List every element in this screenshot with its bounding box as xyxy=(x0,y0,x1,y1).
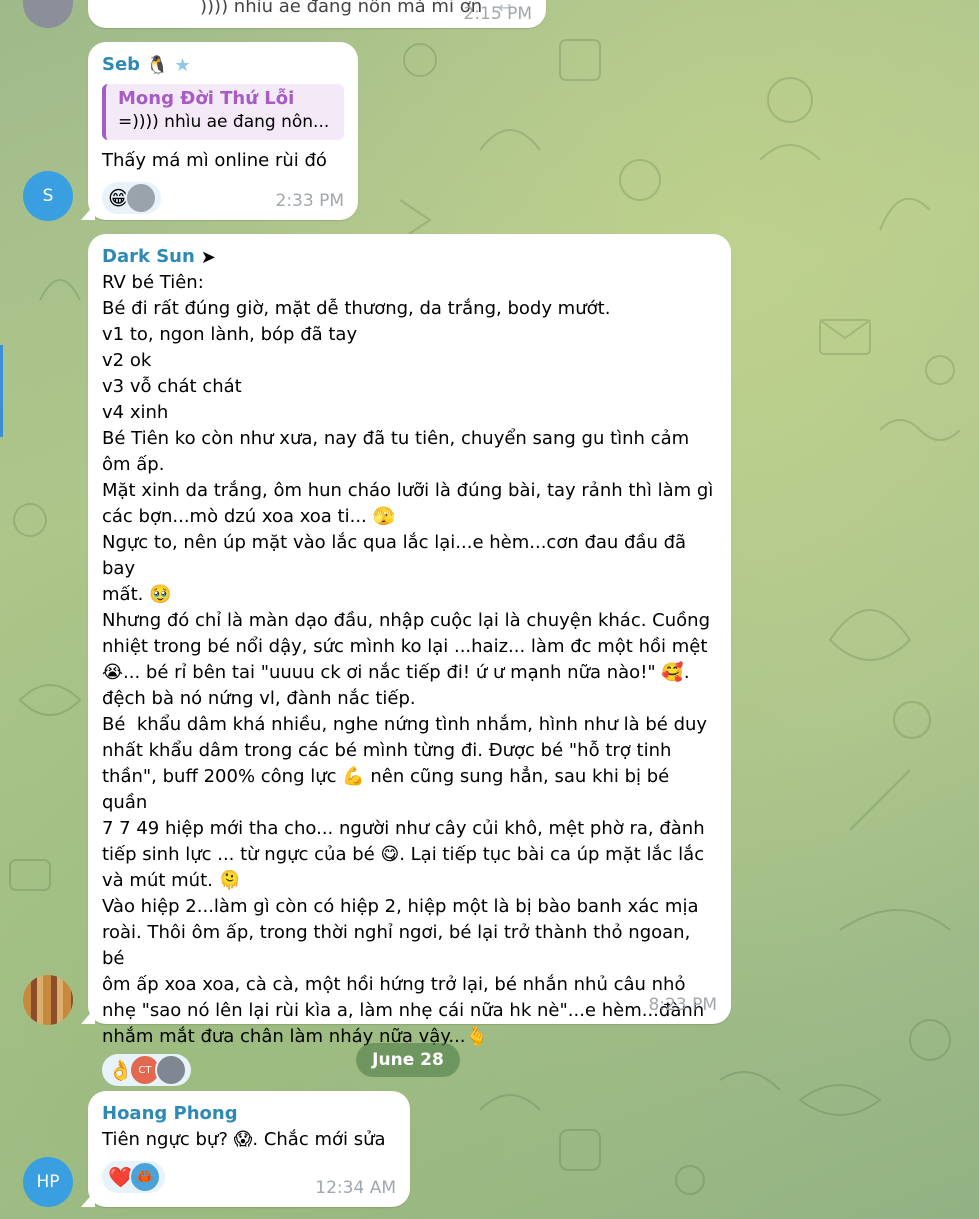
penguin-emoji-icon: 🐧 xyxy=(146,54,169,76)
reply-author: Mong Đời Thứ Lỗi xyxy=(118,88,295,109)
message-line: ôm ấp. xyxy=(102,454,165,475)
avatar[interactable]: S xyxy=(23,171,73,221)
reactor-avatar: 🦀 xyxy=(128,1161,161,1193)
partial-avatar xyxy=(23,0,73,28)
message-line: v2 ok xyxy=(102,350,152,371)
reply-text: =)))) nhìu ae đang nôn... xyxy=(118,112,330,132)
star-icon: ★ xyxy=(174,54,191,76)
message-line: roài. Thôi ôm ấp, trong thời nghỉ ngơi, … xyxy=(102,922,697,969)
message-line: 7 7 49 hiệp mới tha cho... người như cây… xyxy=(102,818,705,839)
message-bubble[interactable]: Hoang Phong Tiên ngực bự? 😱. Chắc mới sử… xyxy=(88,1091,410,1207)
avatar-initial: S xyxy=(42,186,54,206)
message-line: v4 xinh xyxy=(102,402,169,423)
message-line: Mặt xinh da trắng, ôm hun cháo lưỡi là đ… xyxy=(102,480,714,501)
date-separator[interactable]: June 28 xyxy=(356,1043,460,1077)
message-line: nhất khẩu dâm trong các bé mình từng đi.… xyxy=(102,740,672,761)
crab-emoji-icon: 🦀 xyxy=(136,1169,154,1185)
message-time: 12:34 AM xyxy=(315,1178,396,1198)
message-line: nhẹ "sao nó lên lại rùi kìa a, làm nhẹ c… xyxy=(102,1000,705,1021)
message-line: thần", buff 200% công lực 💪 nên cũng sun… xyxy=(102,766,675,813)
sender-name[interactable]: Seb xyxy=(102,54,140,76)
message-line: v3 vỗ chát chát xyxy=(102,376,242,397)
reaction-pill[interactable]: 😁 xyxy=(102,182,161,214)
avatar[interactable]: HP xyxy=(23,1157,73,1207)
message-line: v1 to, ngon lành, bóp đã tay xyxy=(102,324,358,345)
message-line: Nhưng đó chỉ là màn dạo đầu, nhập cuộc l… xyxy=(102,610,711,631)
message-line: RV bé Tiên: xyxy=(102,272,204,293)
arrow-pointer-icon: ➤ xyxy=(200,246,216,268)
message-line: mất. 🥹 xyxy=(102,584,172,605)
message-text: Tiên ngực bự? 😱. Chắc mới sửa xyxy=(102,1129,386,1150)
message-line: Ngực to, nên úp mặt vào lắc qua lắc lại.… xyxy=(102,532,692,579)
message-line: Bé đi rất đúng giờ, mặt dễ thương, da tr… xyxy=(102,298,611,319)
message-time: 8:23 PM xyxy=(648,995,718,1015)
message-line: 😭... bé rỉ bên tai "uuuu ck ơi nắc tiếp … xyxy=(102,662,690,683)
reaction-pill[interactable]: 👌 CT xyxy=(102,1054,191,1086)
reply-quote[interactable]: Mong Đời Thứ Lỗi =)))) nhìu ae đang nôn.… xyxy=(102,84,344,140)
reactor-initials: CT xyxy=(138,1064,152,1076)
message-time: 2:33 PM xyxy=(275,191,345,211)
avatar-image xyxy=(23,975,73,1025)
message-text: )))) nhìu ae đang nôn mà mi ơn xyxy=(200,0,483,17)
message-line: tiếp sinh lực ... từ ngực của bé 😋. Lại … xyxy=(102,844,705,865)
message-text: RV bé Tiên: Bé đi rất đúng giờ, mặt dễ th… xyxy=(102,270,717,1050)
message-line: ôm ấp xoa xoa, cà cà, một hồi hứng trở l… xyxy=(102,974,686,995)
reactor-avatar xyxy=(154,1054,187,1086)
avatar[interactable] xyxy=(23,975,73,1025)
reactor-avatar xyxy=(124,182,157,214)
sender-name[interactable]: Dark Sun xyxy=(102,246,195,268)
message-line: nhiệt trong bé nổi dậy, sức mình ko lại … xyxy=(102,636,708,657)
message-bubble[interactable]: Seb 🐧 ★ Mong Đời Thứ Lỗi =)))) nhìu ae đ… xyxy=(88,42,358,220)
message-line: đệch bà nó nứng vl, đành nắc tiếp. xyxy=(102,688,416,709)
message-text: Thấy má mì online rùi đó xyxy=(102,150,327,171)
message-time: 2:15 PM xyxy=(463,4,533,24)
active-indicator xyxy=(0,345,3,437)
message-line: Bé Tiên ko còn như xưa, nay đã tu tiên, … xyxy=(102,428,690,449)
sender-name[interactable]: Hoang Phong xyxy=(102,1103,396,1125)
message-line: Vào hiệp 2...làm gì còn có hiệp 2, hiệp … xyxy=(102,896,699,917)
message-bubble-partial[interactable]: )))) nhìu ae đang nôn mà mi ơn ↩ 2:15 PM xyxy=(88,0,546,28)
avatar-initial: HP xyxy=(36,1172,60,1192)
reaction-pill[interactable]: ❤️ 🦀 xyxy=(102,1161,165,1193)
message-line: các bợn...mò dzú xoa xoa ti... 🫣 xyxy=(102,506,395,527)
message-bubble[interactable]: Dark Sun ➤ RV bé Tiên: Bé đi rất đúng giờ… xyxy=(88,234,731,1086)
message-line: và mút mút. 🫠 xyxy=(102,870,241,891)
message-line: Bé khẩu dâm khá nhiều, nghe nứng tình nh… xyxy=(102,714,708,735)
